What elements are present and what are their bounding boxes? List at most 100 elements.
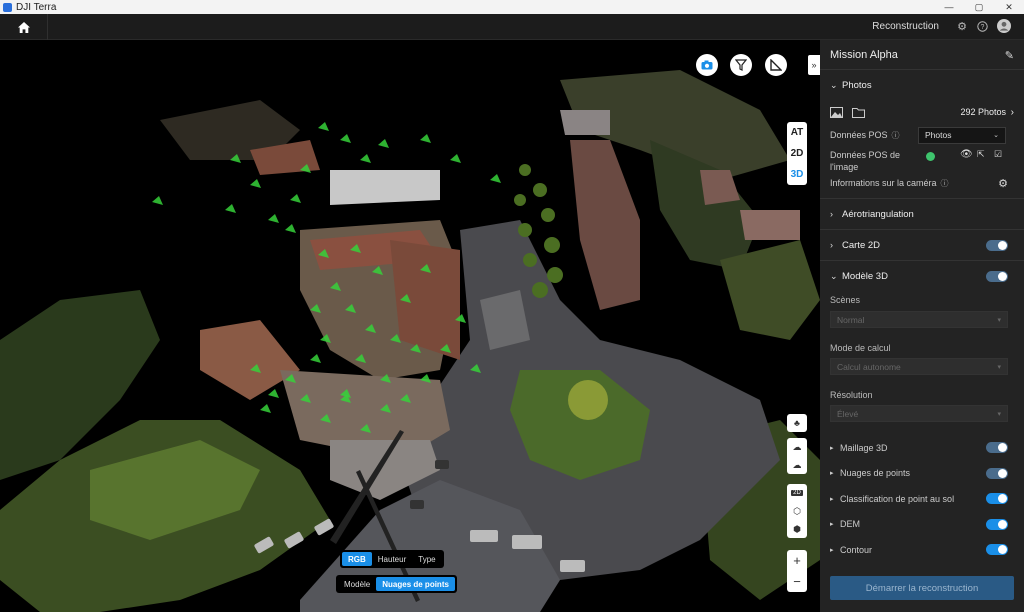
account-button[interactable] bbox=[997, 19, 1011, 33]
option-mesh[interactable]: ▸ Maillage 3D bbox=[820, 435, 1024, 461]
home-icon bbox=[17, 21, 30, 33]
view-cube-group: 2D ⬡ ⬢ bbox=[787, 484, 807, 538]
reconstruction-label: Reconstruction bbox=[872, 21, 939, 32]
scenes-label: Scènes bbox=[830, 295, 861, 305]
3d-viewport[interactable]: » AT 2D 3D ♣ ☁ ☁ 2D ⬡ ⬢ + − RGB Hauteur … bbox=[0, 40, 820, 612]
tree-button[interactable]: ♣ bbox=[787, 414, 807, 432]
maximize-button[interactable]: ▢ bbox=[964, 0, 994, 14]
scenes-value: Normal bbox=[837, 314, 865, 325]
calc-mode-select[interactable]: Calcul autonome ▾ bbox=[830, 358, 1008, 375]
model3d-settings: Scènes Normal ▾ Mode de calcul Calcul au… bbox=[820, 291, 1024, 435]
minimize-button[interactable]: — bbox=[934, 0, 964, 14]
image-pos-row: Données POS de l'image 👁 ⇱ ☑ bbox=[820, 146, 1024, 172]
aerotriangulation-title: Aérotriangulation bbox=[842, 208, 914, 220]
color-mode-type[interactable]: Type bbox=[412, 552, 441, 566]
option-toggle[interactable] bbox=[986, 493, 1008, 505]
filter-icon bbox=[735, 59, 747, 71]
2d-icon: 2D bbox=[791, 490, 803, 496]
resolution-select[interactable]: Élevé ▾ bbox=[830, 405, 1008, 422]
view-at-button[interactable]: AT bbox=[787, 122, 807, 143]
cloud-upload-icon: ☁ bbox=[792, 441, 802, 452]
cloud-upload-button[interactable]: ☁ bbox=[787, 438, 807, 456]
mission-panel: Mission Alpha ✎ ⌄ Photos 292 Photos › Do… bbox=[820, 40, 1024, 612]
cube-front-button[interactable]: ⬡ bbox=[787, 502, 807, 520]
pencil-icon: ✎ bbox=[1004, 50, 1014, 62]
pos-data-label: Données POS bbox=[830, 130, 888, 140]
option-toggle[interactable] bbox=[986, 467, 1008, 479]
info-icon[interactable]: ⓘ bbox=[892, 130, 900, 141]
edit-mission-button[interactable]: ✎ bbox=[1005, 49, 1014, 62]
gear-icon[interactable]: ⚙ bbox=[998, 177, 1008, 190]
cube-top-button[interactable]: ⬢ bbox=[787, 520, 807, 538]
edit-check-icon[interactable]: ☑ bbox=[994, 149, 1002, 160]
cloud-sync-button[interactable]: ☁ bbox=[787, 456, 807, 474]
help-button[interactable]: ? bbox=[975, 19, 989, 33]
map2d-header[interactable]: › Carte 2D bbox=[820, 230, 1024, 260]
chevron-right-icon: › bbox=[830, 240, 833, 250]
app-logo-icon bbox=[3, 2, 12, 12]
map2d-title: Carte 2D bbox=[842, 239, 881, 251]
pos-data-value: Photos bbox=[925, 130, 952, 140]
capture-button[interactable] bbox=[696, 54, 718, 76]
option-ground-classification[interactable]: ▸ Classification de point au sol bbox=[820, 486, 1024, 512]
photo-count[interactable]: 292 Photos bbox=[960, 107, 1006, 117]
view-2d-button[interactable]: 2D bbox=[787, 143, 807, 164]
color-mode-rgb[interactable]: RGB bbox=[342, 552, 372, 566]
camera-info-label: Informations sur la caméra bbox=[830, 178, 937, 188]
eye-icon[interactable]: 👁 bbox=[960, 149, 973, 160]
panel-collapse-button[interactable]: » bbox=[808, 55, 820, 75]
cube-top-icon: ⬢ bbox=[793, 523, 801, 534]
image-icon[interactable] bbox=[830, 106, 843, 118]
chevron-down-icon: ▾ bbox=[997, 316, 1001, 324]
model3d-title: Modèle 3D bbox=[842, 270, 888, 282]
display-mode-point-cloud[interactable]: Nuages de points bbox=[376, 577, 455, 591]
zoom-out-button[interactable]: − bbox=[787, 571, 807, 592]
image-pos-label: Données POS de l'image bbox=[830, 150, 901, 172]
folder-icon[interactable] bbox=[852, 107, 865, 118]
model3d-toggle[interactable] bbox=[986, 270, 1008, 282]
color-mode-height[interactable]: Hauteur bbox=[372, 552, 412, 566]
measure-button[interactable] bbox=[765, 54, 787, 76]
filter-button[interactable] bbox=[730, 54, 752, 76]
option-label: Maillage 3D bbox=[840, 442, 888, 453]
settings-button[interactable]: ⚙ bbox=[955, 19, 969, 33]
map2d-toggle[interactable] bbox=[986, 239, 1008, 251]
zoom-group: + − bbox=[787, 550, 807, 592]
chevron-right-icon: ▸ bbox=[830, 546, 834, 554]
avatar-icon bbox=[997, 19, 1011, 33]
view-2d-tool-button[interactable]: 2D bbox=[787, 484, 807, 502]
option-label: Nuages de points bbox=[840, 468, 911, 479]
info-icon[interactable]: ⓘ bbox=[941, 178, 949, 189]
display-mode-model[interactable]: Modèle bbox=[338, 577, 376, 591]
model3d-header[interactable]: ⌄ Modèle 3D bbox=[820, 261, 1024, 291]
point-cloud-scene[interactable] bbox=[0, 40, 820, 612]
start-reconstruction-button[interactable]: Démarrer la reconstruction bbox=[830, 576, 1014, 600]
chevron-right-icon: › bbox=[1010, 106, 1014, 118]
view-3d-button[interactable]: 3D bbox=[787, 164, 807, 185]
mission-title: Mission Alpha bbox=[830, 48, 898, 61]
resolution-label: Résolution bbox=[830, 390, 873, 400]
option-toggle[interactable] bbox=[986, 544, 1008, 556]
option-toggle[interactable] bbox=[986, 442, 1008, 454]
option-toggle[interactable] bbox=[986, 518, 1008, 530]
photos-section-header[interactable]: ⌄ Photos bbox=[820, 70, 1024, 100]
camera-icon bbox=[701, 60, 713, 70]
option-point-cloud[interactable]: ▸ Nuages de points bbox=[820, 461, 1024, 487]
pos-data-select[interactable]: Photos ⌄ bbox=[918, 126, 1006, 144]
option-contour[interactable]: ▸ Contour bbox=[820, 537, 1024, 563]
option-dem[interactable]: ▸ DEM bbox=[820, 512, 1024, 538]
scenes-select[interactable]: Normal ▾ bbox=[830, 311, 1008, 328]
export-icon[interactable]: ⇱ bbox=[977, 149, 985, 160]
close-button[interactable]: ✕ bbox=[994, 0, 1024, 14]
chevron-down-icon: ▾ bbox=[997, 410, 1001, 418]
aerotriangulation-header[interactable]: › Aérotriangulation bbox=[820, 199, 1024, 229]
home-button[interactable] bbox=[0, 14, 48, 40]
chevron-down-icon: ▾ bbox=[997, 363, 1001, 371]
ruler-icon bbox=[770, 59, 782, 71]
option-label: Contour bbox=[840, 544, 873, 555]
help-icon: ? bbox=[976, 20, 988, 32]
panel-header: Mission Alpha ✎ bbox=[820, 40, 1024, 70]
color-mode-bar: RGB Hauteur Type bbox=[340, 550, 444, 568]
chevron-down-icon: ⌄ bbox=[993, 132, 999, 139]
zoom-in-button[interactable]: + bbox=[787, 550, 807, 571]
